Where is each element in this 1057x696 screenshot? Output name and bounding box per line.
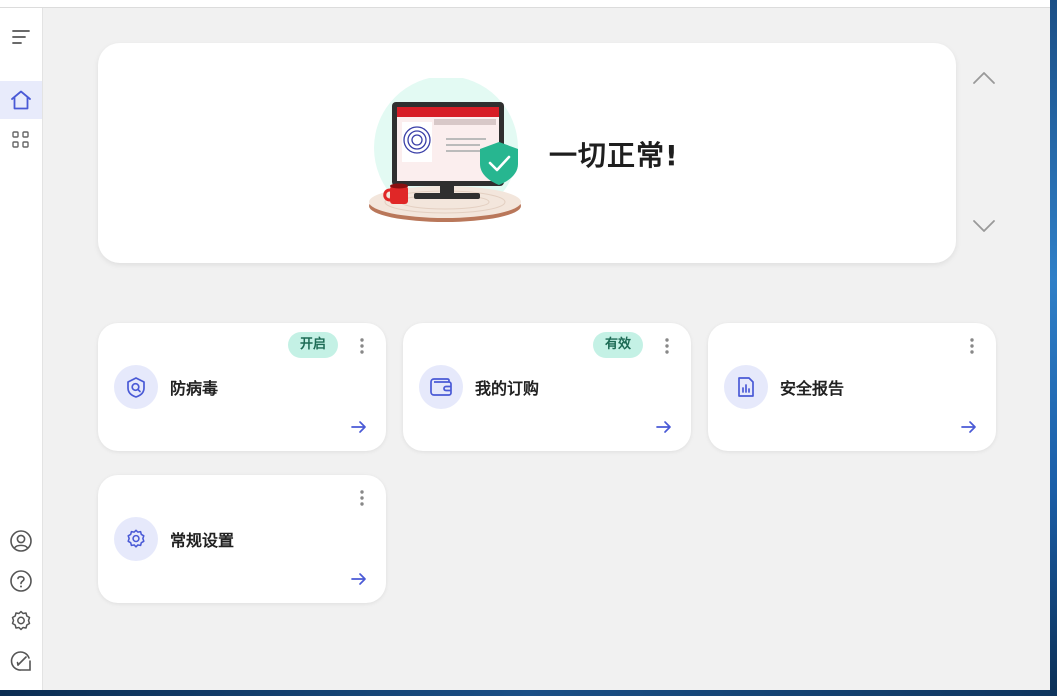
kebab-menu-icon <box>665 338 669 354</box>
card-security-report[interactable]: 安全报告 <box>708 323 996 451</box>
sidebar-item-account[interactable] <box>0 522 42 560</box>
more-options-button[interactable] <box>661 337 673 355</box>
scroll-down-button[interactable] <box>970 214 998 238</box>
sidebar-item-settings[interactable] <box>0 602 42 640</box>
kebab-menu-icon <box>970 338 974 354</box>
desktop-background-edge <box>1050 0 1057 696</box>
open-arrow-button[interactable] <box>348 418 370 436</box>
chevron-down-icon <box>973 220 995 232</box>
status-title: 一切正常! <box>549 139 679 172</box>
gear-icon <box>127 529 145 548</box>
computer-protected-illustration <box>366 76 526 232</box>
more-options-button[interactable] <box>356 337 368 355</box>
user-icon <box>10 530 32 552</box>
home-icon <box>11 90 31 110</box>
open-arrow-button[interactable] <box>653 418 675 436</box>
card-title: 安全报告 <box>780 379 845 398</box>
help-icon <box>10 570 32 592</box>
card-title: 常规设置 <box>170 531 235 550</box>
sidebar-item-apps[interactable] <box>0 121 42 159</box>
gear-icon <box>11 610 31 631</box>
window-top-edge <box>0 0 1050 8</box>
card-subscription[interactable]: 有效 我的订购 <box>403 323 691 451</box>
card-icon-wrap <box>114 517 158 561</box>
card-antivirus[interactable]: 开启 防病毒 <box>98 323 386 451</box>
card-icon-wrap <box>724 365 768 409</box>
arrow-right-icon <box>961 421 976 433</box>
sidebar-item-help[interactable] <box>0 562 42 600</box>
open-arrow-button[interactable] <box>958 418 980 436</box>
card-title: 我的订购 <box>475 379 540 398</box>
menu-toggle-button[interactable] <box>0 18 42 56</box>
kebab-menu-icon <box>360 338 364 354</box>
feedback-icon <box>10 651 31 671</box>
app-window: 一切正常! 开启 防病毒 有效 我的订购 安全报告 常规设置 <box>0 0 1050 690</box>
taskbar-edge <box>0 690 1057 696</box>
open-arrow-button[interactable] <box>348 570 370 588</box>
arrow-right-icon <box>351 573 366 585</box>
card-icon-wrap <box>419 365 463 409</box>
wallet-icon <box>430 378 452 396</box>
chevron-up-icon <box>973 72 995 84</box>
scroll-up-button[interactable] <box>970 66 998 90</box>
more-options-button[interactable] <box>966 337 978 355</box>
report-chart-icon <box>738 377 754 397</box>
sidebar <box>0 8 43 690</box>
status-badge: 有效 <box>593 332 644 358</box>
card-general-settings[interactable]: 常规设置 <box>98 475 386 603</box>
menu-icon <box>12 30 30 44</box>
status-badge: 开启 <box>288 332 339 358</box>
more-options-button[interactable] <box>356 489 368 507</box>
arrow-right-icon <box>351 421 366 433</box>
sidebar-item-home[interactable] <box>0 81 42 119</box>
grid-icon <box>12 131 29 148</box>
status-banner <box>98 43 956 263</box>
arrow-right-icon <box>656 421 671 433</box>
shield-search-icon <box>127 377 145 398</box>
sidebar-item-feedback[interactable] <box>0 642 42 680</box>
card-title: 防病毒 <box>170 379 219 398</box>
card-icon-wrap <box>114 365 158 409</box>
kebab-menu-icon <box>360 490 364 506</box>
